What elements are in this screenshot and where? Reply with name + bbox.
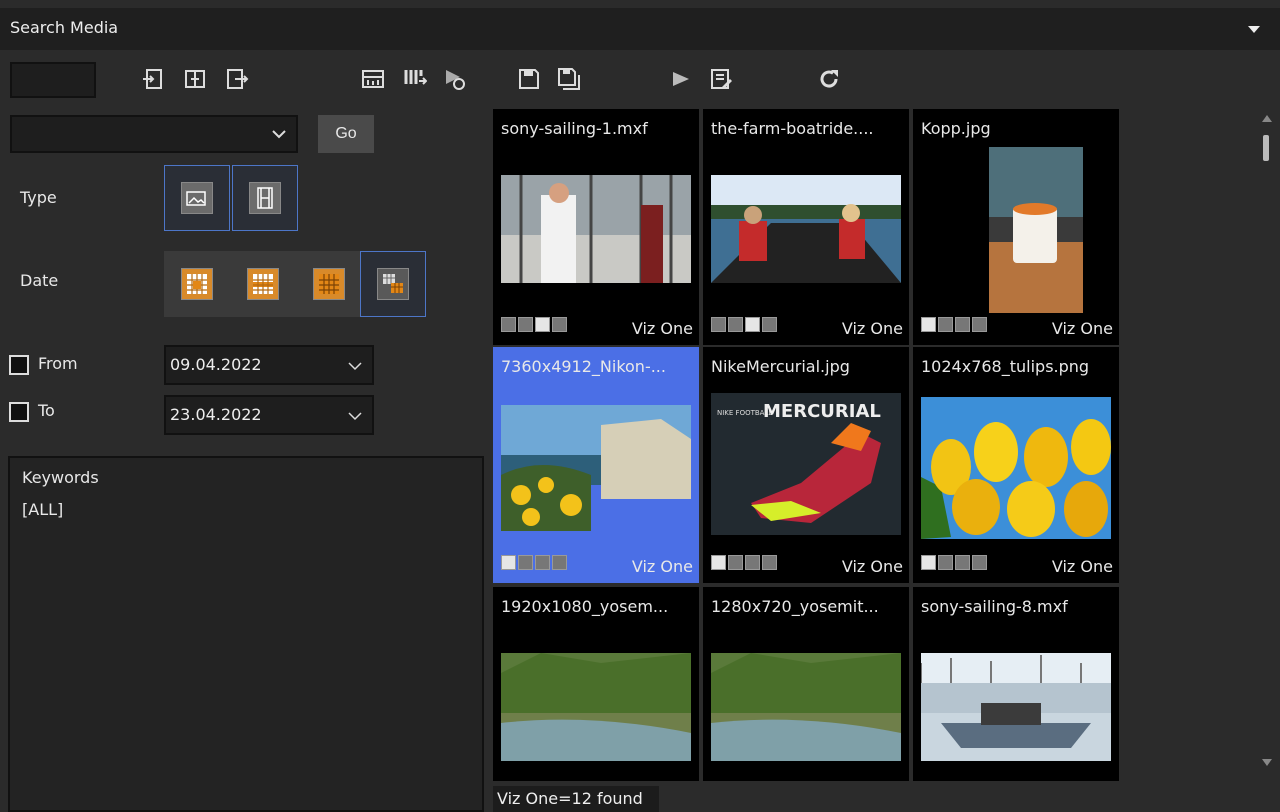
from-date-value: 09.04.2022 bbox=[170, 355, 262, 374]
play-icon[interactable] bbox=[668, 66, 694, 92]
media-source: Viz One bbox=[631, 319, 693, 338]
scroll-down-icon[interactable] bbox=[1262, 759, 1272, 766]
from-date-field[interactable]: 09.04.2022 bbox=[164, 345, 374, 385]
edit-list-icon[interactable] bbox=[708, 66, 734, 92]
media-name: 1024x768_tulips.png bbox=[921, 357, 1090, 376]
media-source: Viz One bbox=[1051, 319, 1113, 338]
keyword-item[interactable]: [ALL] bbox=[22, 500, 63, 519]
media-name: NikeMercurial.jpg bbox=[711, 357, 850, 376]
media-tile[interactable]: 1024x768_tulips.png Viz One bbox=[913, 347, 1119, 583]
media-type-icons bbox=[501, 317, 567, 332]
calendar-day-icon bbox=[181, 268, 213, 300]
calendar-range-icon bbox=[377, 268, 409, 300]
media-source: Viz One bbox=[1051, 557, 1113, 576]
film-icon bbox=[249, 182, 281, 214]
type-video-button[interactable] bbox=[232, 165, 298, 231]
media-tile[interactable]: 1920x1080_yosem... bbox=[493, 587, 699, 781]
calendar-week-icon bbox=[247, 268, 279, 300]
media-type-icons bbox=[921, 555, 987, 570]
status-bar: Viz One=12 found bbox=[493, 786, 659, 812]
media-thumbnail bbox=[989, 147, 1083, 313]
media-name: 1280x720_yosemit... bbox=[711, 597, 879, 616]
media-type-icons bbox=[711, 317, 777, 332]
import-icon[interactable] bbox=[140, 66, 166, 92]
export-icon[interactable] bbox=[224, 66, 250, 92]
to-checkbox[interactable] bbox=[9, 402, 29, 422]
search-input[interactable] bbox=[10, 62, 96, 98]
media-name: sony-sailing-1.mxf bbox=[501, 119, 648, 138]
split-icon[interactable] bbox=[182, 66, 208, 92]
panel-title: Search Media bbox=[10, 18, 119, 37]
date-month-button[interactable] bbox=[296, 251, 362, 317]
from-label: From bbox=[38, 354, 78, 373]
media-tile[interactable]: sony-sailing-1.mxf Viz One bbox=[493, 109, 699, 345]
media-tile[interactable]: 7360x4912_Nikon-... Viz One bbox=[493, 347, 699, 583]
search-combobox[interactable] bbox=[10, 115, 298, 153]
save-all-icon[interactable] bbox=[556, 66, 582, 92]
save-icon[interactable] bbox=[516, 66, 542, 92]
panel-header: Search Media bbox=[0, 8, 1280, 50]
queue-icon[interactable] bbox=[402, 66, 428, 92]
media-thumbnail: NIKE FOOTBALL MERCURIAL bbox=[711, 393, 901, 535]
media-name: the-farm-boatride.... bbox=[711, 119, 874, 138]
media-thumbnail bbox=[711, 653, 901, 761]
media-type-icons bbox=[921, 317, 987, 332]
date-range-button[interactable] bbox=[360, 251, 426, 317]
to-label: To bbox=[38, 401, 55, 420]
media-source: Viz One bbox=[841, 319, 903, 338]
keywords-header: Keywords bbox=[22, 468, 99, 487]
results-grid: sony-sailing-1.mxf Viz One the-farm-boat… bbox=[493, 109, 1119, 781]
refresh-icon[interactable] bbox=[816, 66, 842, 92]
toolbar bbox=[0, 56, 1280, 104]
media-name: Kopp.jpg bbox=[921, 119, 991, 138]
to-date-field[interactable]: 23.04.2022 bbox=[164, 395, 374, 435]
media-tile[interactable]: the-farm-boatride.... Viz One bbox=[703, 109, 909, 345]
media-thumbnail bbox=[501, 405, 691, 531]
shoe-brand-text: MERCURIAL bbox=[763, 401, 881, 422]
date-label: Date bbox=[20, 271, 59, 290]
results-scrollbar[interactable] bbox=[1258, 109, 1276, 781]
calendar-month-icon bbox=[313, 268, 345, 300]
media-name: 7360x4912_Nikon-... bbox=[501, 357, 666, 376]
add-layer-icon[interactable] bbox=[360, 66, 386, 92]
image-icon bbox=[181, 182, 213, 214]
media-thumbnail bbox=[711, 175, 901, 283]
media-thumbnail bbox=[501, 653, 691, 761]
chevron-down-icon bbox=[272, 130, 286, 139]
media-type-icons bbox=[711, 555, 777, 570]
image-type-icon bbox=[501, 317, 516, 332]
media-name: sony-sailing-8.mxf bbox=[921, 597, 1068, 616]
media-thumbnail bbox=[501, 175, 691, 283]
media-thumbnail bbox=[921, 653, 1111, 761]
person-type-icon bbox=[552, 317, 567, 332]
scroll-thumb[interactable] bbox=[1263, 135, 1269, 161]
collapse-panel-icon[interactable] bbox=[1248, 26, 1260, 33]
audio-type-icon bbox=[518, 317, 533, 332]
media-name: 1920x1080_yosem... bbox=[501, 597, 669, 616]
media-source: Viz One bbox=[841, 557, 903, 576]
media-thumbnail bbox=[921, 397, 1111, 539]
from-checkbox[interactable] bbox=[9, 355, 29, 375]
media-tile[interactable]: NikeMercurial.jpg NIKE FOOTBALL MERCURIA… bbox=[703, 347, 909, 583]
chevron-down-icon bbox=[348, 362, 362, 371]
media-source: Viz One bbox=[631, 557, 693, 576]
to-date-value: 23.04.2022 bbox=[170, 405, 262, 424]
media-tile[interactable]: sony-sailing-8.mxf bbox=[913, 587, 1119, 781]
type-image-button[interactable] bbox=[164, 165, 230, 231]
scroll-up-icon[interactable] bbox=[1262, 115, 1272, 122]
video-type-icon bbox=[535, 317, 550, 332]
go-button[interactable]: Go bbox=[318, 115, 374, 153]
type-label: Type bbox=[20, 188, 57, 207]
date-day-button[interactable] bbox=[164, 251, 230, 317]
media-tile[interactable]: 1280x720_yosemit... bbox=[703, 587, 909, 781]
date-week-button[interactable] bbox=[230, 251, 296, 317]
keywords-panel: Keywords [ALL] bbox=[8, 456, 484, 812]
media-tile[interactable]: Kopp.jpg Viz One bbox=[913, 109, 1119, 345]
schedule-icon[interactable] bbox=[442, 66, 468, 92]
chevron-down-icon bbox=[348, 412, 362, 421]
media-type-icons bbox=[501, 555, 567, 570]
